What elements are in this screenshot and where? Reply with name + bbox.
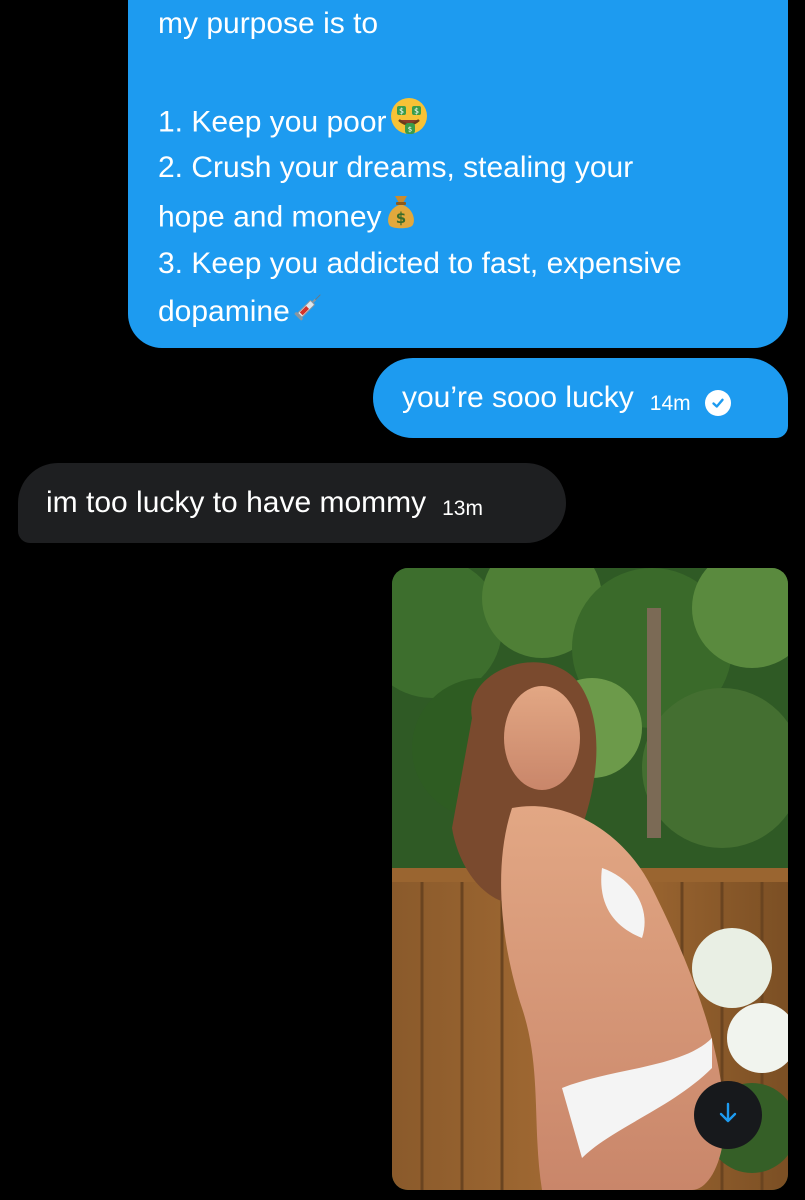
message-line: dopamine	[158, 288, 760, 336]
money-bag-icon: $	[384, 192, 418, 245]
svg-text:$: $	[395, 209, 405, 227]
message-line: my purpose is to	[158, 7, 379, 40]
scroll-to-bottom-button[interactable]	[694, 1081, 762, 1149]
message-timestamp: 14m	[649, 392, 691, 415]
message-text: you’re sooo lucky	[402, 381, 634, 414]
syringe-icon	[292, 289, 326, 338]
message-line-text: 1. Keep you poor	[158, 105, 387, 139]
conversation-thread: my purpose is to 1. Keep you poor $ $ $ 2. …	[0, 0, 805, 1200]
arrow-down-icon	[715, 1100, 741, 1131]
message-line-text: dopamine	[158, 295, 290, 328]
message-line: 2. Crush your dreams, stealing your	[158, 151, 634, 184]
svg-text:$: $	[398, 107, 403, 116]
message-line: 1. Keep you poor $ $ $	[158, 96, 760, 144]
message-line: 3. Keep you addicted to fast, expensive	[158, 247, 682, 280]
svg-text:$: $	[407, 126, 411, 134]
money-mouth-face-icon: $ $ $	[389, 96, 429, 151]
message-line-text: hope and money	[158, 200, 382, 234]
message-bubble-sent[interactable]: you’re sooo lucky 14m	[373, 358, 788, 438]
message-bubble-purpose[interactable]: my purpose is to 1. Keep you poor $ $ $ 2. …	[128, 0, 788, 348]
read-check-icon	[704, 390, 731, 416]
message-text: im too lucky to have mommy	[46, 486, 427, 519]
message-timestamp: 13m	[442, 497, 483, 520]
message-line: hope and money $	[158, 192, 760, 240]
message-bubble-received[interactable]: im too lucky to have mommy 13m	[18, 463, 566, 543]
svg-text:$: $	[413, 107, 418, 116]
